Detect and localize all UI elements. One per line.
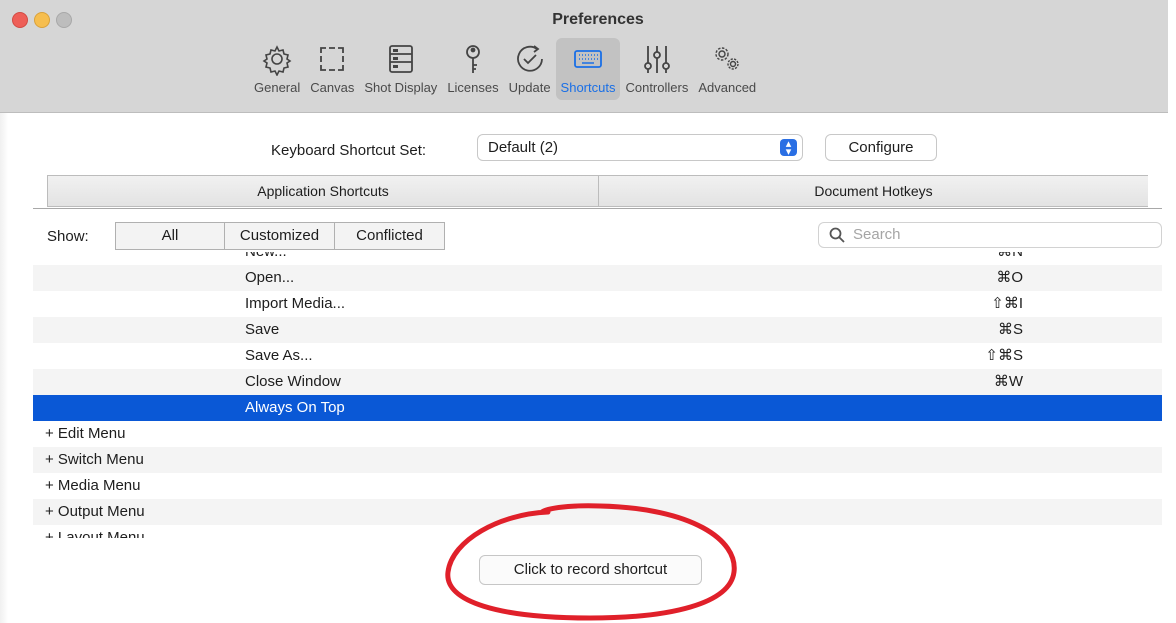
shortcut-key: ⌘W (993, 373, 1023, 390)
toolbar-label: Advanced (698, 80, 757, 95)
key-icon (466, 45, 480, 73)
shortcut-key: ⇧⌘S (985, 347, 1023, 364)
shortcut-key: ⌘O (996, 269, 1023, 286)
toolbar-shortcuts[interactable]: Shortcuts (555, 38, 621, 100)
toolbar-canvas[interactable]: Canvas (305, 38, 359, 100)
shortcut-list[interactable]: New... ⌘N Open... ⌘O Import Media... ⇧⌘I… (33, 252, 1162, 538)
chevron-updown-icon: ▴ ▾ (780, 138, 797, 157)
filter-segmented-control: All Customized Conflicted (115, 222, 445, 250)
toolbar-label: Licenses (447, 80, 499, 95)
toolbar-shot-display[interactable]: Shot Display (359, 38, 442, 100)
shortcut-name: Open... (245, 269, 295, 286)
toolbar-label: Update (508, 80, 551, 95)
menu-group-name: + Output Menu (45, 503, 145, 520)
menu-group-name: + Edit Menu (45, 425, 126, 442)
update-check-icon (516, 45, 543, 72)
list-item[interactable]: Close Window ⌘W (33, 369, 1162, 395)
toolbar-label: Controllers (625, 80, 689, 95)
list-item[interactable]: New... ⌘N (33, 252, 1162, 265)
shot-display-icon (388, 45, 413, 73)
shortcut-name: Always On Top (245, 399, 345, 416)
menu-group-row[interactable]: + Edit Menu (33, 421, 1162, 447)
search-input[interactable]: Search (818, 222, 1162, 248)
configure-button[interactable]: Configure (825, 134, 937, 161)
shortcut-name: Save (245, 321, 280, 338)
menu-group-row[interactable]: + Switch Menu (33, 447, 1162, 473)
canvas-icon (320, 47, 345, 71)
toolbar-controllers[interactable]: Controllers (620, 38, 693, 100)
toolbar-advanced[interactable]: Advanced (693, 38, 761, 100)
search-icon (829, 227, 845, 243)
menu-group-name: + Layout Menu (45, 529, 145, 538)
menu-group-name: + Switch Menu (45, 451, 144, 468)
list-item[interactable]: Import Media... ⇧⌘I (33, 291, 1162, 317)
toolbar-label: Canvas (310, 80, 355, 95)
list-item[interactable]: Save As... ⇧⌘S (33, 343, 1162, 369)
shortcut-key: ⌘N (873, 252, 1023, 265)
toolbar-general[interactable]: General (249, 38, 305, 100)
gears-icon (715, 47, 739, 70)
list-item[interactable]: Save ⌘S (33, 317, 1162, 343)
shortcut-name: Save As... (245, 347, 313, 364)
menu-group-name: + Media Menu (45, 477, 141, 494)
red-circle-annotation (445, 503, 737, 621)
sliders-icon (643, 46, 670, 73)
toolbar-update[interactable]: Update (504, 38, 556, 100)
preferences-toolbar: General Canvas Shot Display Licenses Upd… (249, 38, 761, 100)
search-placeholder: Search (853, 226, 901, 243)
show-label: Show: (47, 228, 89, 245)
toolbar-label: Shortcuts (560, 80, 616, 95)
toolbar-licenses[interactable]: Licenses (442, 38, 503, 100)
shortcut-name: Import Media... (245, 295, 346, 312)
list-item[interactable]: Open... ⌘O (33, 265, 1162, 291)
filter-conflicted-button[interactable]: Conflicted (335, 223, 444, 249)
shortcut-set-value: Default (2) (488, 139, 559, 156)
title-bar: Preferences General Canvas Shot Display … (0, 0, 1168, 113)
gear-icon (262, 45, 292, 76)
menu-group-row[interactable]: + Media Menu (33, 473, 1162, 499)
shortcut-key: ⇧⌘I (991, 295, 1023, 312)
filter-all-button[interactable]: All (116, 223, 225, 249)
toolbar-label: General (254, 80, 301, 95)
divider (33, 208, 1162, 209)
window-title: Preferences (552, 11, 644, 28)
keyboard-icon (574, 50, 602, 68)
shortcut-set-select[interactable]: Default (2) ▴ ▾ (477, 134, 803, 161)
toolbar-label: Shot Display (364, 80, 438, 95)
shortcut-tabs: Application Shortcuts Document Hotkeys (47, 175, 1148, 207)
shortcut-key: ⌘S (997, 321, 1023, 338)
list-item-selected[interactable]: Always On Top (33, 395, 1162, 421)
shortcut-set-label: Keyboard Shortcut Set: (271, 142, 427, 159)
tab-document-hotkeys[interactable]: Document Hotkeys (599, 176, 1148, 206)
filter-customized-button[interactable]: Customized (225, 223, 335, 249)
shortcut-name: Close Window (245, 373, 341, 390)
shortcut-name: New... (245, 252, 287, 265)
tab-application-shortcuts[interactable]: Application Shortcuts (48, 176, 599, 206)
